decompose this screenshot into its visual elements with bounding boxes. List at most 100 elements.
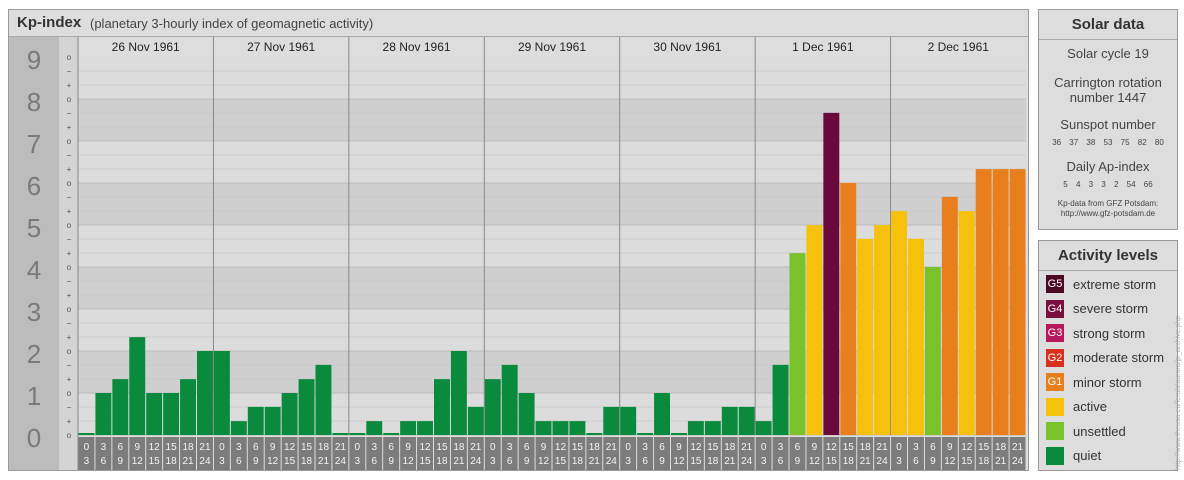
y-subtick: o — [67, 179, 72, 188]
interval-start-label: 9 — [405, 442, 411, 453]
legend-label: severe storm — [1073, 301, 1149, 316]
kp-bar — [721, 406, 738, 435]
band-8 — [78, 57, 1026, 99]
interval-start-label: 12 — [961, 442, 973, 453]
interval-start-label: 18 — [318, 442, 330, 453]
kp-bar — [332, 433, 349, 435]
interval-start-label: 0 — [84, 442, 90, 453]
interval-start-label: 15 — [572, 442, 584, 453]
interval-end-label: 3 — [219, 456, 225, 467]
y-subtick: + — [67, 249, 72, 258]
chart-subtitle: (planetary 3-hourly index of geomagnetic… — [90, 16, 374, 31]
day-label: 30 Nov 1961 — [653, 40, 721, 54]
interval-end-label: 3 — [84, 456, 90, 467]
y-subtick: + — [67, 207, 72, 216]
y-tick-6: 6 — [27, 171, 41, 201]
y-subtick: + — [67, 123, 72, 132]
interval-start-label: 6 — [388, 442, 394, 453]
y-subtick: + — [67, 291, 72, 300]
kp-bar — [535, 421, 552, 435]
kp-bar — [620, 406, 637, 435]
interval-end-label: 24 — [1012, 456, 1024, 467]
interval-end-label: 9 — [795, 456, 801, 467]
source-line-2: http://www.gfz-potsdam.de — [1060, 209, 1156, 218]
day-label: 2 Dec 1961 — [928, 40, 990, 54]
kp-bar — [992, 169, 1009, 435]
legend-label: minor storm — [1073, 374, 1142, 390]
y-tick-8: 8 — [27, 87, 41, 117]
interval-start-label: 3 — [507, 442, 513, 453]
interval-end-label: 18 — [436, 456, 448, 467]
y-subtick: − — [67, 235, 72, 244]
interval-start-label: 0 — [625, 442, 631, 453]
legend-item: G5 extreme storm — [1046, 274, 1156, 294]
interval-end-label: 24 — [877, 456, 889, 467]
kp-bar — [840, 183, 857, 435]
kp-bar — [146, 393, 163, 435]
interval-start-label: 15 — [166, 442, 178, 453]
interval-end-label: 3 — [490, 456, 496, 467]
legend-swatch: G3 — [1046, 324, 1064, 342]
kp-bar — [891, 211, 907, 435]
y-subtick: o — [67, 347, 72, 356]
interval-start-label: 15 — [843, 442, 855, 453]
band-7 — [78, 99, 1026, 141]
chart-title: Kp-index — [17, 14, 82, 31]
kp-bar — [823, 112, 840, 436]
interval-end-label: 6 — [236, 456, 242, 467]
kp-bar — [924, 267, 941, 435]
y-subtick: − — [67, 361, 72, 370]
interval-end-label: 6 — [371, 456, 377, 467]
interval-start-label: 9 — [812, 442, 818, 453]
y-subtick: − — [67, 67, 72, 76]
y-subtick: + — [67, 165, 72, 174]
kp-bar — [738, 406, 755, 435]
kp-bar — [112, 379, 129, 435]
kp-bar — [417, 421, 433, 435]
interval-end-label: 6 — [642, 456, 648, 467]
interval-end-label: 12 — [403, 456, 415, 467]
legend-item: quiet — [1046, 446, 1101, 466]
interval-start-label: 12 — [419, 442, 431, 453]
kp-bar — [603, 406, 620, 435]
interval-start-label: 0 — [355, 442, 361, 453]
kp-bar — [671, 433, 687, 435]
legend-swatch — [1046, 446, 1064, 465]
interval-end-label: 15 — [149, 456, 161, 467]
interval-start-label: 3 — [236, 442, 242, 453]
solar-data-panel: Solar data Solar cycle 19 Carrington rot… — [1038, 9, 1178, 230]
interval-end-label: 18 — [572, 456, 584, 467]
band-5 — [78, 183, 1026, 225]
kp-bar — [315, 364, 332, 435]
y-subtick: o — [67, 137, 72, 146]
sunspot-values: 36 37 38 53 75 82 80 — [1052, 138, 1164, 147]
kp-bar — [857, 238, 874, 435]
kp-bar — [941, 196, 958, 435]
interval-end-label: 24 — [335, 456, 347, 467]
interval-end-label: 3 — [355, 456, 361, 467]
interval-start-label: 12 — [690, 442, 702, 453]
y-subtick: − — [67, 151, 72, 160]
kp-bar — [366, 421, 383, 435]
kp-bar — [874, 225, 891, 435]
interval-end-label: 15 — [961, 456, 973, 467]
y-subtick: + — [67, 375, 72, 384]
legend-item: G3 strong storm — [1046, 323, 1145, 343]
interval-start-label: 0 — [490, 442, 496, 453]
solar-data-header: Solar data — [1039, 10, 1177, 40]
interval-start-label: 6 — [795, 442, 801, 453]
kp-bar — [704, 421, 721, 435]
legend-item: G4 severe storm — [1046, 299, 1148, 319]
chart-title-bar: Kp-index (planetary 3-hourly index of ge… — [9, 10, 1028, 37]
interval-end-label: 15 — [690, 456, 702, 467]
kp-bar — [637, 433, 654, 435]
legend-swatch — [1046, 397, 1064, 416]
legend-item: unsettled — [1046, 421, 1126, 441]
interval-start-label: 15 — [707, 442, 719, 453]
kp-bar — [975, 169, 992, 435]
y-tick-9: 9 — [27, 45, 41, 75]
kp-bar — [180, 379, 196, 435]
interval-end-label: 3 — [761, 456, 767, 467]
day-label: 27 Nov 1961 — [247, 40, 315, 54]
interval-end-label: 9 — [930, 456, 936, 467]
